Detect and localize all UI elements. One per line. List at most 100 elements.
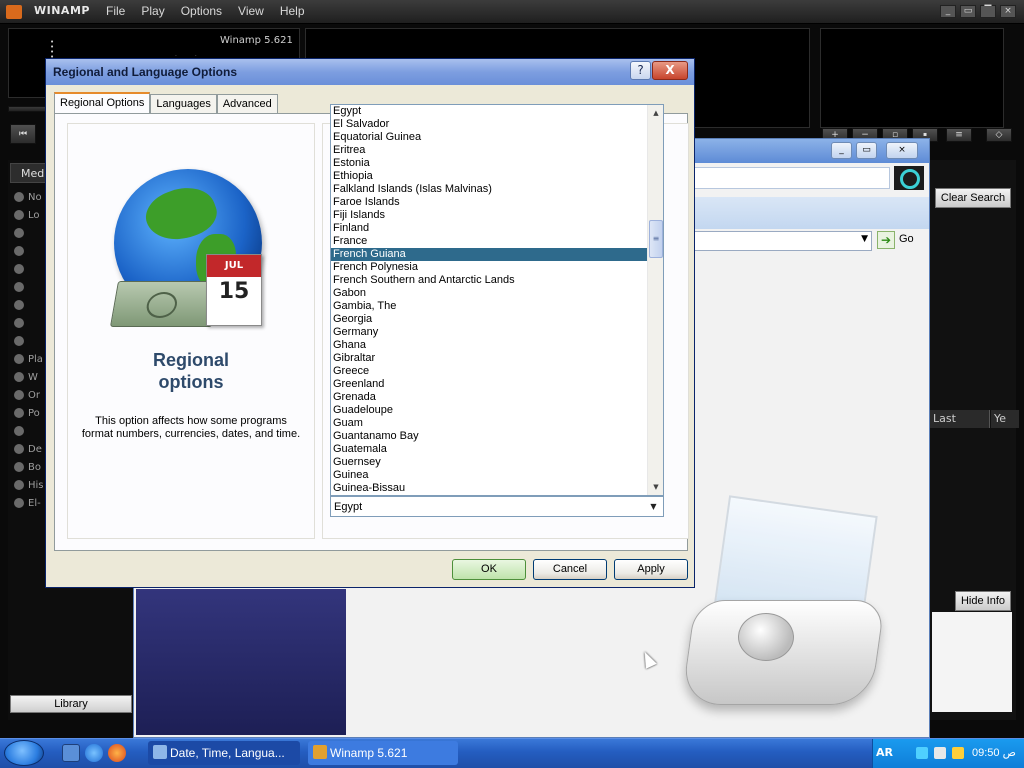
country-option[interactable]: Eritrea: [331, 144, 663, 157]
country-option[interactable]: Equatorial Guinea: [331, 131, 663, 144]
help-button[interactable]: ?: [630, 61, 651, 80]
country-option[interactable]: Gabon: [331, 287, 663, 300]
scroll-up-icon[interactable]: ▲: [649, 106, 663, 120]
restore-icon[interactable]: ▭: [960, 5, 976, 18]
apply-button[interactable]: Apply: [614, 559, 688, 580]
tree-item[interactable]: [14, 260, 44, 278]
tree-item[interactable]: [14, 422, 44, 440]
tree-item[interactable]: [14, 332, 44, 350]
tray-security-icon[interactable]: [952, 747, 964, 759]
menu-help[interactable]: Help: [280, 4, 305, 18]
column-header-year[interactable]: Ye: [991, 410, 1019, 428]
menu-view[interactable]: View: [238, 4, 264, 18]
firefox-icon[interactable]: [108, 744, 126, 762]
playlists-icon: [14, 354, 24, 364]
tree-item[interactable]: Po: [14, 404, 44, 422]
country-dropdown-list[interactable]: Egypt El Salvador Equatorial Guinea Eritrea…: [330, 104, 664, 496]
ok-button[interactable]: OK: [452, 559, 526, 580]
menu-play[interactable]: Play: [141, 4, 164, 18]
country-option[interactable]: Guinea: [331, 469, 663, 482]
taskbar-task-date-time[interactable]: Date, Time, Langua...: [148, 741, 300, 765]
country-option[interactable]: French Southern and Antarctic Lands: [331, 274, 663, 287]
tab-languages[interactable]: Languages: [150, 94, 217, 114]
tree-item[interactable]: [14, 224, 44, 242]
tab-advanced[interactable]: Advanced: [216, 94, 278, 114]
list-icon[interactable]: ≡: [946, 128, 972, 142]
list-scrollbar[interactable]: ▲ ≡ ▼: [647, 105, 663, 495]
close-icon[interactable]: ×: [1000, 5, 1016, 18]
bg-close-icon[interactable]: ×: [886, 142, 918, 159]
tab-regional-options[interactable]: Regional Options: [54, 92, 151, 115]
tree-item[interactable]: Pla: [14, 350, 44, 368]
tree-item[interactable]: His: [14, 476, 44, 494]
tree-item[interactable]: W: [14, 368, 44, 386]
close-button[interactable]: X: [652, 61, 688, 80]
minimize-icon[interactable]: _: [940, 5, 956, 18]
tray-network-icon[interactable]: [916, 747, 928, 759]
scroll-thumb[interactable]: ≡: [649, 220, 663, 258]
hide-info-button[interactable]: Hide Info: [955, 591, 1011, 611]
country-option[interactable]: Greece: [331, 365, 663, 378]
bg-search-input[interactable]: [694, 167, 890, 189]
show-desktop-icon[interactable]: [62, 744, 80, 762]
language-indicator[interactable]: AR: [876, 746, 893, 759]
tree-item[interactable]: [14, 278, 44, 296]
scroll-down-icon[interactable]: ▼: [649, 480, 663, 494]
column-header-last[interactable]: Last: [930, 410, 990, 428]
shade-icon[interactable]: ▔: [980, 5, 996, 18]
country-option[interactable]: Germany: [331, 326, 663, 339]
country-option[interactable]: Georgia: [331, 313, 663, 326]
cancel-button[interactable]: Cancel: [533, 559, 607, 580]
country-option[interactable]: El Salvador: [331, 118, 663, 131]
country-option[interactable]: Ghana: [331, 339, 663, 352]
bg-minimize-icon[interactable]: _: [831, 142, 852, 159]
country-option[interactable]: Guadeloupe: [331, 404, 663, 417]
chevron-down-icon[interactable]: ▼: [646, 499, 661, 514]
country-option[interactable]: France: [331, 235, 663, 248]
country-option[interactable]: Guantanamo Bay: [331, 430, 663, 443]
country-option[interactable]: Estonia: [331, 157, 663, 170]
tree-item[interactable]: No: [14, 188, 44, 206]
menu-options[interactable]: Options: [181, 4, 222, 18]
country-option[interactable]: Guam: [331, 417, 663, 430]
bg-dropdown[interactable]: ▼: [694, 231, 872, 251]
country-option[interactable]: Greenland: [331, 378, 663, 391]
tree-item[interactable]: Lo: [14, 206, 44, 224]
country-option[interactable]: Fiji Islands: [331, 209, 663, 222]
tree-item[interactable]: [14, 242, 44, 260]
go-button[interactable]: Go: [899, 233, 914, 245]
country-option[interactable]: Finland: [331, 222, 663, 235]
country-option[interactable]: French Guiana: [331, 248, 663, 261]
country-option[interactable]: Egypt: [331, 105, 663, 118]
menu-file[interactable]: File: [106, 4, 125, 18]
tree-item[interactable]: Bo: [14, 458, 44, 476]
country-option[interactable]: Guernsey: [331, 456, 663, 469]
library-button[interactable]: Library: [10, 695, 132, 713]
options-icon[interactable]: ◇: [986, 128, 1012, 142]
country-option[interactable]: Ethiopia: [331, 170, 663, 183]
internet-explorer-icon[interactable]: [85, 744, 103, 762]
tree-item[interactable]: Or: [14, 386, 44, 404]
country-option[interactable]: French Polynesia: [331, 261, 663, 274]
country-option[interactable]: Faroe Islands: [331, 196, 663, 209]
country-option[interactable]: Falkland Islands (Islas Malvinas): [331, 183, 663, 196]
country-option[interactable]: Guatemala: [331, 443, 663, 456]
start-button[interactable]: [4, 740, 44, 766]
go-arrow-icon[interactable]: ➔: [877, 231, 895, 249]
tree-item[interactable]: El-: [14, 494, 44, 512]
bg-maximize-icon[interactable]: ▭: [856, 142, 877, 159]
control-panel-icon: [153, 745, 167, 759]
country-option[interactable]: Grenada: [331, 391, 663, 404]
previous-track-icon[interactable]: ⏮: [10, 124, 36, 144]
tree-item[interactable]: [14, 314, 44, 332]
country-option[interactable]: Guinea-Bissau: [331, 482, 663, 495]
clear-search-button[interactable]: Clear Search: [935, 188, 1011, 208]
heading-line-1: Regional: [152, 350, 229, 370]
country-option[interactable]: Gibraltar: [331, 352, 663, 365]
taskbar-task-winamp[interactable]: Winamp 5.621: [308, 741, 458, 765]
country-option[interactable]: Gambia, The: [331, 300, 663, 313]
location-combo[interactable]: Egypt ▼: [330, 496, 664, 517]
tree-item[interactable]: De: [14, 440, 44, 458]
tray-volume-icon[interactable]: [934, 747, 946, 759]
tree-item[interactable]: [14, 296, 44, 314]
